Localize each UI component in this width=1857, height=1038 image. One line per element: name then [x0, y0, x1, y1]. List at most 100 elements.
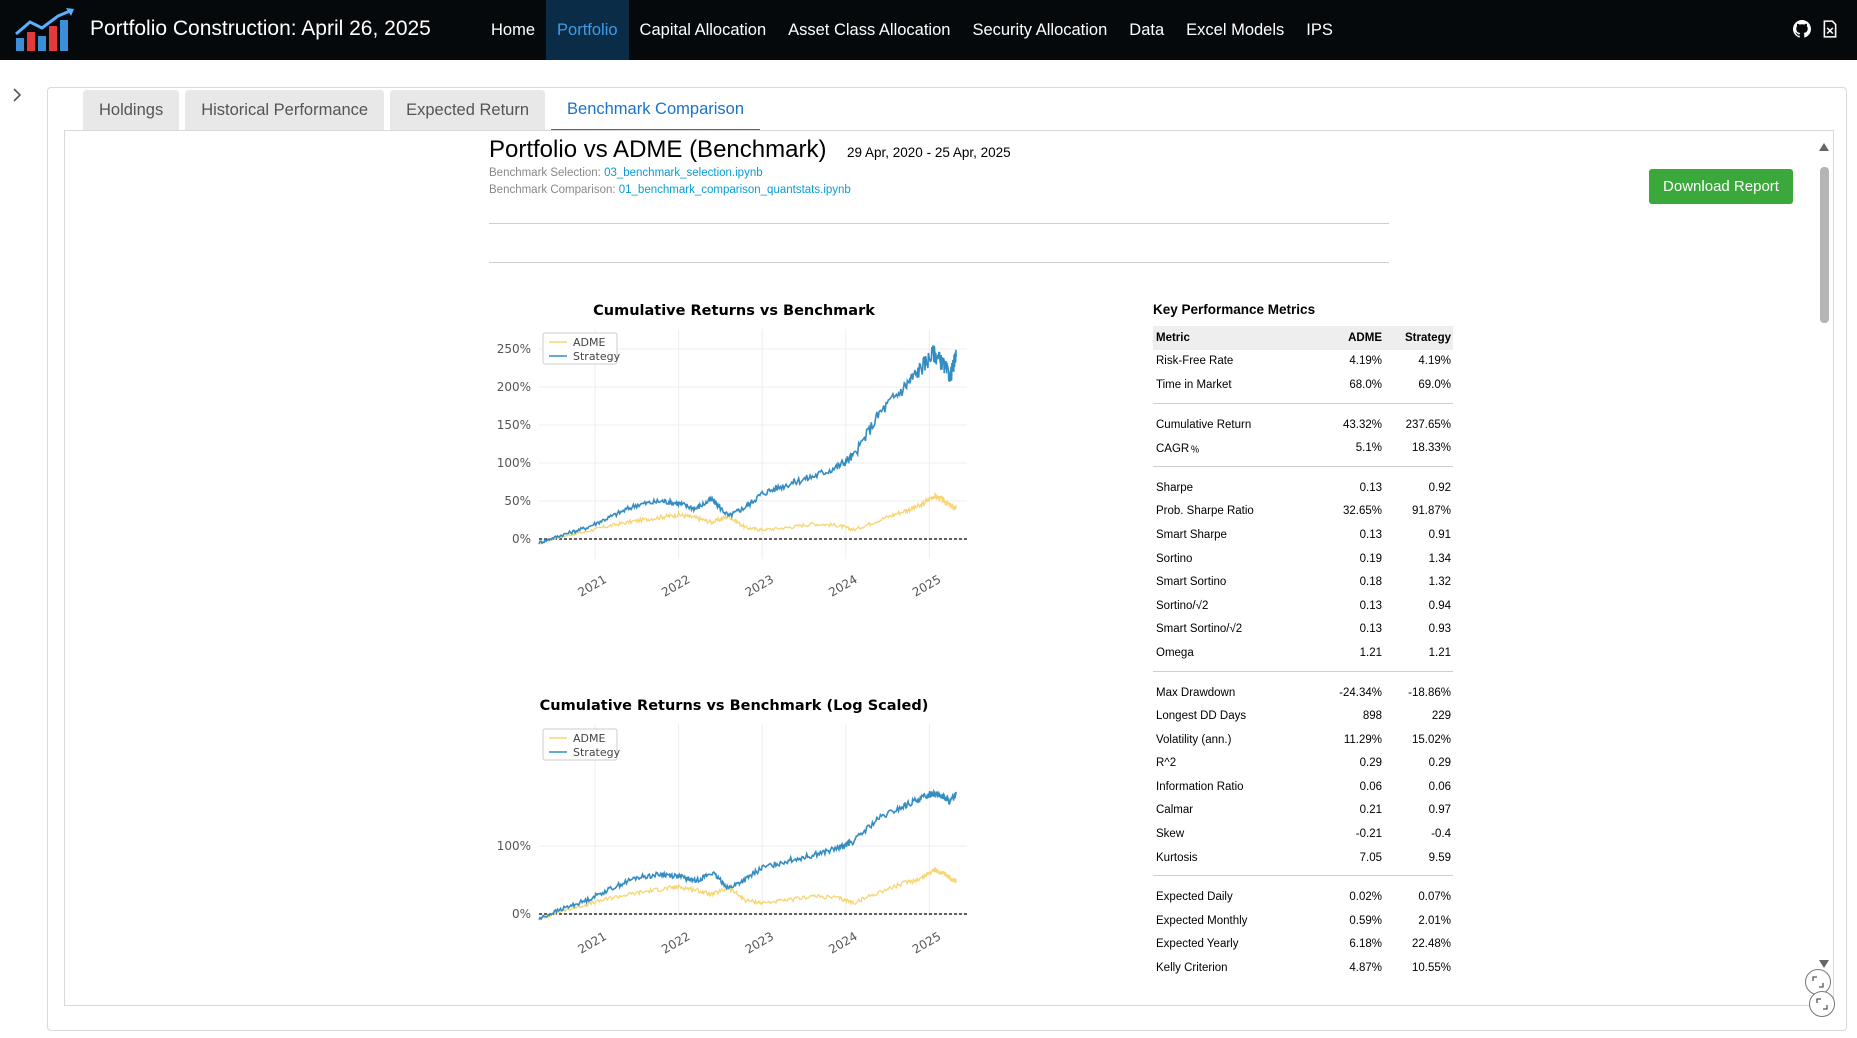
x-tick-label: 2025 [910, 572, 943, 599]
expand-button[interactable] [1809, 991, 1835, 1017]
app-title: Portfolio Construction: April 26, 2025 [90, 17, 431, 40]
benchmark-selection-line: Benchmark Selection: 03_benchmark_select… [489, 167, 763, 179]
metric-benchmark-value: 68.0% [1349, 378, 1382, 391]
x-tick-label: 2025 [910, 929, 943, 956]
metric-name: Prob. Sharpe Ratio [1156, 505, 1254, 518]
metric-name: Information Ratio [1156, 780, 1244, 793]
tab-holdings[interactable]: Holdings [83, 90, 180, 131]
metric-benchmark-value: 7.05 [1359, 851, 1382, 864]
nav-item-asset-class-allocation[interactable]: Asset Class Allocation [777, 0, 961, 60]
metric-benchmark-value: 0.19 [1359, 552, 1382, 565]
expand-icon [1812, 976, 1824, 988]
metric-benchmark-value: 0.29 [1359, 757, 1382, 770]
nav-item-home[interactable]: Home [480, 0, 546, 60]
nav-item-capital-allocation[interactable]: Capital Allocation [629, 0, 778, 60]
metric-strategy-value: 0.94 [1428, 599, 1451, 612]
benchmark-selection-link[interactable]: 03_benchmark_selection.ipynb [604, 167, 763, 179]
metrics-row: Sortino/√2 0.13 0.94 [1153, 594, 1453, 618]
nav-item-excel-models[interactable]: Excel Models [1175, 0, 1295, 60]
chart-logo-icon[interactable] [14, 8, 76, 52]
metric-strategy-value: 22.48% [1411, 938, 1451, 951]
metric-benchmark-value: 0.13 [1359, 623, 1382, 636]
metric-strategy-value: 0.06 [1428, 780, 1451, 793]
metric-name: Expected Monthly [1156, 914, 1248, 927]
y-tick-label: 250% [497, 342, 531, 356]
nav-item-ips[interactable]: IPS [1295, 0, 1344, 60]
metrics-row: Sharpe 0.13 0.92 [1153, 476, 1453, 500]
x-tick-label: 2022 [659, 929, 692, 956]
y-tick-label: 50% [504, 494, 531, 508]
tab-historical-performance[interactable]: Historical Performance [185, 90, 385, 131]
metric-benchmark-value: 43.32% [1342, 418, 1382, 431]
metrics-row: Risk-Free Rate 4.19% 4.19% [1153, 350, 1453, 374]
metrics-divider [1153, 460, 1453, 476]
metric-benchmark-value: 898 [1362, 710, 1382, 723]
metric-strategy-value: 91.87% [1411, 505, 1451, 518]
metric-strategy-value: 0.07% [1418, 891, 1451, 904]
metrics-row: Longest DD Days 898 229 [1153, 704, 1453, 728]
divider [489, 262, 1389, 263]
metric-strategy-value: 4.19% [1418, 355, 1451, 368]
metric-name: Risk-Free Rate [1156, 355, 1234, 368]
benchmark-selection-label: Benchmark Selection: [489, 167, 605, 179]
metrics-table: Metric ADME Strategy Risk-Free Rate 4.19% 4.1… [1153, 326, 1453, 980]
legend-label: ADME [573, 732, 605, 745]
metric-strategy-value: 10.55% [1411, 962, 1451, 975]
report-dates: 29 Apr, 2020 - 25 Apr, 2025 [847, 145, 1011, 160]
nav-item-data[interactable]: Data [1118, 0, 1175, 60]
metrics-row: Expected Yearly 6.18% 22.48% [1153, 933, 1453, 957]
metric-name: Calmar [1156, 804, 1194, 817]
metric-name: Expected Yearly [1156, 938, 1239, 951]
main-nav: Home Portfolio Capital Allocation Asset Cla… [480, 0, 1344, 60]
y-tick-label: 100% [497, 839, 531, 853]
nav-item-portfolio[interactable]: Portfolio [546, 0, 629, 60]
metric-benchmark-value: 4.19% [1349, 355, 1382, 368]
y-tick-label: 100% [497, 456, 531, 470]
nav-icons [1793, 20, 1839, 38]
metrics-row: Calmar 0.21 0.97 [1153, 799, 1453, 823]
nav-item-security-allocation[interactable]: Security Allocation [961, 0, 1118, 60]
metric-name: Skew [1156, 828, 1185, 841]
metrics-row: Information Ratio 0.06 0.06 [1153, 775, 1453, 799]
metric-strategy-value: -18.86% [1408, 686, 1451, 699]
metric-benchmark-value: ADME [1348, 331, 1382, 344]
metric-benchmark-value: 0.59% [1349, 914, 1382, 927]
metric-name: Sortino [1156, 552, 1193, 565]
metrics-row: Cumulative Return 43.32% 237.65% [1153, 413, 1453, 437]
metric-name: Sortino/√2 [1156, 599, 1209, 612]
metric-strategy-value: 0.29 [1428, 757, 1451, 770]
metric-strategy-value: 0.97 [1428, 804, 1451, 817]
chevron-right-icon[interactable] [10, 87, 24, 103]
scroll-up-arrow-icon[interactable] [1819, 143, 1829, 151]
metric-name: CAGR﹪ [1156, 443, 1201, 456]
metric-benchmark-value: 4.87% [1349, 962, 1382, 975]
download-report-button[interactable]: Download Report [1649, 169, 1793, 204]
metric-strategy-value: 1.21 [1428, 646, 1451, 659]
x-tick-label: 2023 [743, 572, 776, 599]
metrics-row: Expected Daily 0.02% 0.07% [1153, 885, 1453, 909]
scroll-down-arrow-icon[interactable] [1819, 960, 1829, 968]
github-icon[interactable] [1793, 20, 1811, 38]
metric-benchmark-value: 0.13 [1359, 599, 1382, 612]
metric-strategy-value: 229 [1431, 710, 1451, 723]
x-tick-label: 2024 [826, 572, 859, 599]
metric-name: Max Drawdown [1156, 686, 1236, 699]
metrics-title: Key Performance Metrics [1153, 302, 1316, 317]
benchmark-comparison-link[interactable]: 01_benchmark_comparison_quantstats.ipynb [619, 184, 851, 196]
metric-name: Metric [1156, 331, 1190, 344]
excel-icon[interactable] [1821, 20, 1839, 38]
scrollbar-thumb[interactable] [1820, 167, 1829, 323]
metric-benchmark-value: 0.02% [1349, 891, 1382, 904]
metrics-divider [1153, 869, 1453, 885]
chart-legend: ADMEStrategy [542, 332, 621, 365]
metrics-row: Smart Sortino/√2 0.13 0.93 [1153, 618, 1453, 642]
x-tick-label: 2023 [743, 929, 776, 956]
tab-expected-return[interactable]: Expected Return [390, 90, 546, 131]
metrics-divider [1153, 665, 1453, 681]
metrics-row: Max Drawdown -24.34% -18.86% [1153, 681, 1453, 705]
report-tabs: Holdings Historical Performance Expected R… [83, 90, 761, 131]
chart-legend: ADMEStrategy [542, 728, 621, 761]
tab-benchmark-comparison[interactable]: Benchmark Comparison [551, 90, 761, 131]
cumulative-returns-log-chart: Cumulative Returns vs Benchmark (Log Sca… [497, 698, 967, 957]
metric-name: Longest DD Days [1156, 710, 1247, 723]
